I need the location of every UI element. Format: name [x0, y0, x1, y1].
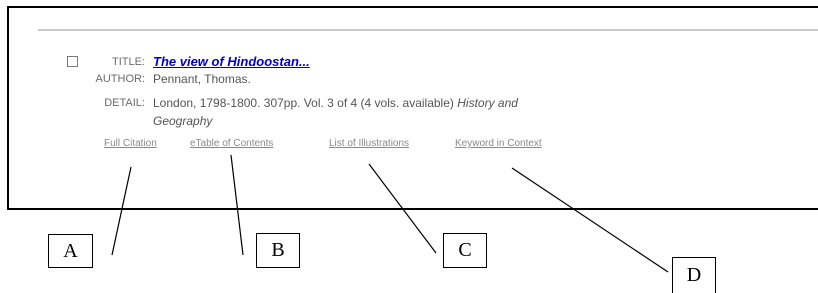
leader-line-b — [230, 154, 244, 256]
callout-d: D — [672, 257, 716, 293]
callout-a: A — [48, 234, 93, 268]
leader-line-d — [511, 167, 669, 273]
leader-line-a — [111, 166, 132, 256]
callout-b: B — [256, 233, 300, 268]
leader-line-c — [368, 163, 437, 254]
callout-leader-lines — [111, 154, 669, 273]
callout-c: C — [443, 233, 487, 268]
